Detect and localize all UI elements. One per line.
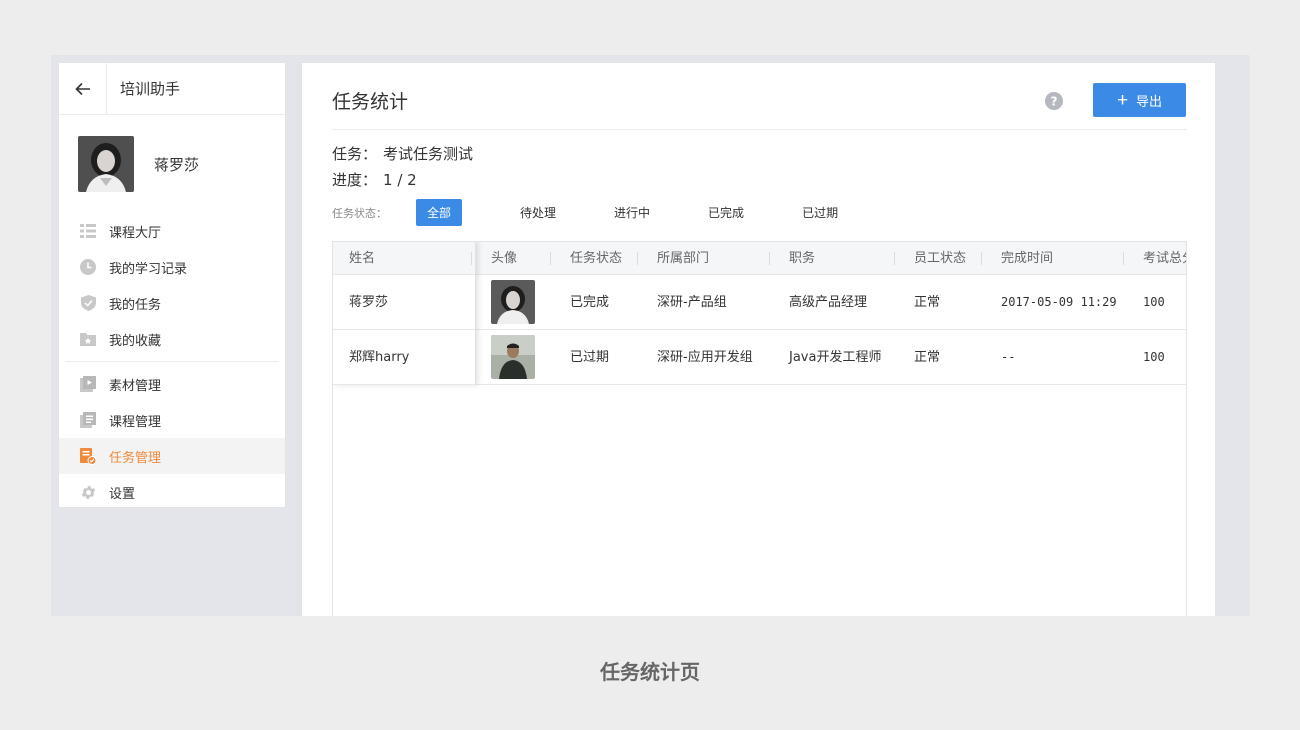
sidebar-item-label: 课程管理 — [109, 414, 162, 430]
sidebar-item-label: 设置 — [109, 486, 136, 502]
page-title: 任务统计 — [332, 91, 409, 113]
arrow-left-icon — [74, 82, 90, 95]
column-separator — [769, 252, 770, 265]
user-name: 蒋罗莎 — [154, 155, 200, 174]
task-name: 考试任务测试 — [383, 145, 474, 163]
column-header-exam-score: 考试总分 — [1143, 251, 1186, 266]
shield-check-icon — [80, 295, 96, 311]
sidebar-header: 培训助手 — [59, 62, 285, 115]
column-separator — [637, 252, 638, 265]
name-cell-wrapper: 郑辉harry — [333, 330, 475, 385]
column-separator — [550, 252, 551, 265]
avatar — [491, 335, 535, 379]
filter-in-progress[interactable]: 进行中 — [603, 199, 661, 226]
sidebar: 培训助手 蒋罗莎 课程大厅 我的学习记录 我的任务 我的收藏 素材管理 课程管理… — [58, 62, 286, 508]
play-media-icon — [80, 376, 96, 392]
name-cell[interactable]: 郑辉harry — [349, 330, 409, 385]
sidebar-item-label: 任务管理 — [109, 450, 162, 466]
filter-all[interactable]: 全部 — [416, 199, 463, 226]
page-caption: 任务统计页 — [600, 660, 700, 684]
status-filter: 任务状态： 全部 待处理 进行中 已完成 已过期 — [332, 199, 885, 226]
column-header-finish-time: 完成时间 — [1001, 251, 1054, 266]
menu-divider — [65, 361, 279, 362]
department-cell: 深研-应用开发组 — [657, 350, 753, 365]
column-header-employee-status: 员工状态 — [914, 251, 967, 266]
main-header: 任务统计 ? + 导出 — [332, 63, 1187, 130]
sidebar-item-label: 素材管理 — [109, 378, 162, 394]
task-doc-icon — [80, 447, 96, 465]
column-separator — [1123, 252, 1124, 265]
progress-label: 进度： — [332, 171, 378, 189]
sidebar-item-label: 我的任务 — [109, 297, 162, 313]
avatar[interactable] — [78, 136, 134, 192]
document-icon — [80, 412, 96, 428]
user-profile: 蒋罗莎 — [59, 115, 285, 213]
task-status-cell: 已过期 — [570, 350, 610, 365]
avatar — [491, 280, 535, 324]
position-cell: Java开发工程师 — [789, 350, 882, 365]
help-icon[interactable]: ? — [1045, 92, 1063, 110]
sidebar-menu-primary: 课程大厅 我的学习记录 我的任务 我的收藏 — [59, 213, 285, 357]
employee-status-cell: 正常 — [914, 295, 941, 310]
finish-time-cell: 2017-05-09 11:29 — [1001, 295, 1117, 309]
list-icon — [80, 224, 96, 238]
task-info: 任务： 考试任务测试 — [332, 143, 473, 164]
plus-icon: + — [1116, 89, 1129, 111]
finish-time-cell: -- — [1001, 350, 1016, 364]
sidebar-item-learning-record[interactable]: 我的学习记录 — [59, 249, 285, 285]
sidebar-item-label: 我的收藏 — [109, 333, 162, 349]
employee-status-cell: 正常 — [914, 350, 941, 365]
filter-expired[interactable]: 已过期 — [791, 199, 849, 226]
sidebar-item-my-tasks[interactable]: 我的任务 — [59, 285, 285, 321]
filter-completed[interactable]: 已完成 — [697, 199, 755, 226]
column-header-name: 姓名 — [349, 251, 376, 266]
app-frame: 培训助手 蒋罗莎 课程大厅 我的学习记录 我的任务 我的收藏 素材管理 课程管理… — [51, 55, 1250, 616]
progress-value: 1 / 2 — [383, 171, 417, 189]
column-header-task-status: 任务状态 — [570, 251, 623, 266]
sidebar-menu-admin: 素材管理 课程管理 任务管理 设置 — [59, 366, 285, 510]
column-separator — [894, 252, 895, 265]
column-header-position: 职务 — [789, 251, 816, 266]
filter-label: 任务状态： — [332, 206, 387, 220]
sidebar-item-favorites[interactable]: 我的收藏 — [59, 321, 285, 357]
progress-info: 进度： 1 / 2 — [332, 169, 417, 190]
sidebar-item-task-management[interactable]: 任务管理 — [59, 438, 285, 474]
app-title: 培训助手 — [120, 80, 181, 98]
clock-icon — [80, 259, 96, 275]
task-label: 任务： — [332, 145, 378, 163]
department-cell: 深研-产品组 — [657, 295, 727, 310]
export-button[interactable]: + 导出 — [1093, 83, 1186, 117]
column-separator — [981, 252, 982, 265]
main-panel: 任务统计 ? + 导出 任务： 考试任务测试 进度： 1 / 2 任务状态： 全部 … — [301, 62, 1216, 616]
star-folder-icon — [80, 333, 96, 346]
name-cell[interactable]: 蒋罗莎 — [349, 275, 388, 330]
sidebar-item-course-management[interactable]: 课程管理 — [59, 402, 285, 438]
filter-pending[interactable]: 待处理 — [509, 199, 567, 226]
svg-text:?: ? — [1051, 95, 1058, 109]
back-button[interactable] — [59, 62, 107, 115]
position-cell: 高级产品经理 — [789, 295, 868, 310]
task-status-cell: 已完成 — [570, 295, 610, 310]
sidebar-item-label: 课程大厅 — [109, 225, 162, 241]
exam-score-cell: 100 — [1143, 350, 1165, 364]
export-button-label: 导出 — [1136, 93, 1163, 109]
exam-score-cell: 100 — [1143, 295, 1165, 309]
sidebar-item-materials[interactable]: 素材管理 — [59, 366, 285, 402]
column-header-cell: 姓名 — [333, 242, 475, 275]
sidebar-item-label: 我的学习记录 — [109, 261, 188, 277]
task-stats-table: 头像 任务状态 所属部门 职务 员工状态 完成时间 考试总分 — [332, 241, 1187, 616]
fixed-name-column: 姓名 蒋罗莎 郑辉harry — [333, 242, 476, 385]
column-separator — [471, 252, 472, 265]
gear-icon — [81, 485, 95, 499]
column-header-department: 所属部门 — [657, 251, 710, 266]
name-cell-wrapper: 蒋罗莎 — [333, 275, 475, 330]
sidebar-item-settings[interactable]: 设置 — [59, 474, 285, 510]
column-header-avatar: 头像 — [491, 251, 518, 266]
sidebar-item-course-hall[interactable]: 课程大厅 — [59, 213, 285, 249]
